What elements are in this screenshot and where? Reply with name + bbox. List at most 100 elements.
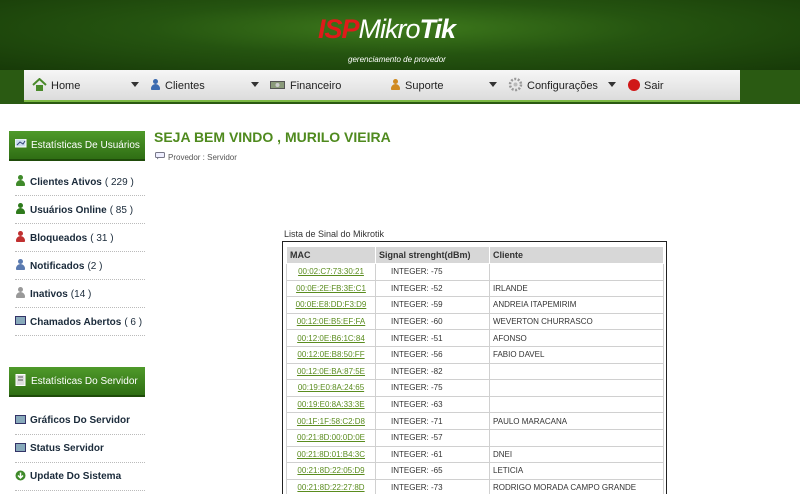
cell-mac[interactable]: 00:12:0E:B6:1C:84: [286, 329, 376, 347]
nav-item-home[interactable]: Home: [32, 70, 80, 102]
sidebar-heading-users: Estatísticas De Usuários: [9, 131, 145, 161]
sidebar-item-inativos[interactable]: Inativos (14 ): [15, 281, 145, 308]
sidebar-item-notificados[interactable]: Notificados (2 ): [15, 253, 145, 280]
main-nav: Home Clientes Financeiro Suporte Configu…: [24, 70, 740, 102]
breadcrumb-text[interactable]: Provedor : Servidor: [168, 153, 237, 162]
sidebar-item-bloqueados[interactable]: Bloqueados( 31 ): [15, 225, 145, 252]
signal-table-container: MAC Signal strenght(dBm) Cliente 00:02:C…: [282, 241, 667, 494]
sidebar-item-status-servidor[interactable]: Status Servidor: [15, 435, 145, 463]
cell-cliente: IRLANDE: [489, 279, 664, 298]
logo-isp: ISP: [318, 14, 360, 44]
support-icon: [390, 79, 401, 93]
chevron-down-icon[interactable]: [251, 82, 259, 87]
cell-mac[interactable]: 00:21:8D:00:0D:0E: [286, 428, 376, 447]
cell-cliente: FABIO DAVEL: [489, 345, 664, 364]
table-row: 00:21:8D:00:0D:0E INTEGER: -57: [286, 428, 664, 447]
table-row: 00:19:E0:8A:24:65 INTEGER: -75: [286, 379, 664, 397]
nav-label-suporte: Suporte: [405, 80, 444, 92]
sidebar-item-clientes-ativos[interactable]: Clientes Ativos( 229 ): [15, 169, 145, 196]
sidebar-heading-server-label: Estatísticas Do Servidor: [31, 375, 138, 387]
column-header-mac: MAC: [286, 246, 376, 264]
nav-item-financeiro[interactable]: Financeiro: [270, 70, 341, 102]
cell-cliente: ANDREIA ITAPEMIRIM: [489, 296, 664, 314]
table-row: 00:1F:1F:58:C2:D8 INTEGER: -71 PAULO MARAC…: [286, 412, 664, 430]
cell-signal: INTEGER: -82: [375, 362, 490, 381]
nav-label-home: Home: [51, 80, 81, 92]
cell-signal: INTEGER: -65: [375, 462, 490, 480]
logo-subtitle: gerenciamento de provedor: [348, 55, 446, 64]
sidebar-item-count: ( 31 ): [90, 232, 114, 244]
table-row: 00:02:C7:73:30:21 INTEGER: -75: [286, 263, 664, 281]
exit-icon: [628, 78, 640, 94]
cell-mac[interactable]: 00:0E:2E:FB:3E:C1: [286, 279, 376, 298]
sidebar-item-label: Status Servidor: [30, 443, 104, 454]
cell-mac[interactable]: 00:0E:E8:DD:F3:D9: [286, 296, 376, 314]
gear-icon: [508, 77, 523, 95]
sidebar-item-update-sistema[interactable]: Update Do Sistema: [15, 463, 145, 491]
server-icon: [15, 373, 27, 389]
cell-cliente: [489, 263, 664, 281]
cell-mac[interactable]: 00:02:C7:73:30:21: [286, 263, 376, 281]
chevron-down-icon[interactable]: [489, 82, 497, 87]
status-icon: [15, 442, 26, 455]
table-row: 00:12:0E:B8:50:FF INTEGER: -56 FABIO DAVEL: [286, 345, 664, 364]
cell-signal: INTEGER: -56: [375, 345, 490, 364]
table-body: 00:02:C7:73:30:21 INTEGER: -75 00:0E:2E:FB…: [286, 263, 664, 494]
cell-mac[interactable]: 00:1F:1F:58:C2:D8: [286, 412, 376, 430]
user-notified-icon: [15, 259, 26, 273]
chart-users-icon: [14, 138, 27, 152]
logo[interactable]: ISPMikroTik: [318, 14, 456, 44]
cell-signal: INTEGER: -75: [375, 379, 490, 397]
page: ISPMikroTik gerenciamento de provedor Ho…: [0, 0, 800, 494]
update-icon: [15, 470, 26, 484]
cell-cliente: RODRIGO MORADA CAMPO GRANDE: [489, 478, 664, 494]
cell-mac[interactable]: 00:19:E0:8A:33:3E: [286, 395, 376, 414]
sidebar-item-count: ( 6 ): [124, 316, 143, 328]
column-header-cliente: Cliente: [489, 246, 664, 264]
chart-icon: [15, 414, 26, 427]
chevron-down-icon[interactable]: [131, 82, 139, 87]
cell-mac[interactable]: 00:21:8D:01:B4:3C: [286, 445, 376, 464]
chat-icon: [155, 152, 165, 162]
welcome-heading: SEJA BEM VINDO , MURILO VIEIRA: [154, 129, 391, 145]
nav-item-sair[interactable]: Sair: [628, 70, 664, 102]
cell-cliente: [489, 362, 664, 381]
cell-mac[interactable]: 00:12:0E:B8:50:FF: [286, 345, 376, 364]
cell-signal: INTEGER: -63: [375, 395, 490, 414]
cell-mac[interactable]: 00:19:E0:8A:24:65: [286, 379, 376, 397]
sidebar-item-usuarios-online[interactable]: Usuários Online( 85 ): [15, 197, 145, 224]
cell-signal: INTEGER: -59: [375, 296, 490, 314]
sidebar-item-chamados-abertos[interactable]: Chamados Abertos( 6 ): [15, 309, 145, 336]
nav-item-clientes[interactable]: Clientes: [150, 70, 205, 102]
breadcrumb: Provedor : Servidor: [155, 152, 237, 162]
sidebar-item-label: Inativos: [30, 288, 68, 300]
cell-cliente: AFONSO: [489, 329, 664, 347]
table-row: 00:0E:E8:DD:F3:D9 INTEGER: -59 ANDREIA ITA…: [286, 296, 664, 314]
cell-signal: INTEGER: -71: [375, 412, 490, 430]
column-header-signal: Signal strenght(dBm): [375, 246, 490, 264]
cell-signal: INTEGER: -52: [375, 279, 490, 298]
sidebar-item-label: Chamados Abertos: [30, 316, 122, 328]
sidebar-item-graficos-servidor[interactable]: Gráficos Do Servidor: [15, 407, 145, 435]
cell-mac[interactable]: 00:12:0E:B5:EF:FA: [286, 312, 376, 331]
cell-cliente: LETICIA: [489, 462, 664, 480]
chevron-down-icon[interactable]: [608, 82, 616, 87]
cell-signal: INTEGER: -73: [375, 478, 490, 494]
nav-item-configuracoes[interactable]: Configurações: [508, 70, 598, 102]
user-online-icon: [15, 203, 26, 217]
sidebar-item-label: Update Do Sistema: [30, 471, 122, 482]
home-icon: [32, 77, 47, 94]
cell-signal: INTEGER: -75: [375, 263, 490, 281]
nav-item-suporte[interactable]: Suporte: [390, 70, 444, 102]
cell-mac[interactable]: 00:21:8D:22:27:8D: [286, 478, 376, 494]
cell-cliente: WEVERTON CHURRASCO: [489, 312, 664, 331]
users-icon: [150, 79, 161, 93]
cell-mac[interactable]: 00:12:0E:BA:87:5E: [286, 362, 376, 381]
table-row: 00:21:8D:22:27:8D INTEGER: -73 RODRIGO MOR…: [286, 478, 664, 494]
sidebar-item-count: ( 85 ): [109, 204, 134, 216]
cell-signal: INTEGER: -61: [375, 445, 490, 464]
signal-table: MAC Signal strenght(dBm) Cliente 00:02:C…: [286, 246, 664, 494]
money-icon: [270, 80, 286, 93]
cell-mac[interactable]: 00:21:8D:22:05:D9: [286, 462, 376, 480]
cell-cliente: DNEI: [489, 445, 664, 464]
